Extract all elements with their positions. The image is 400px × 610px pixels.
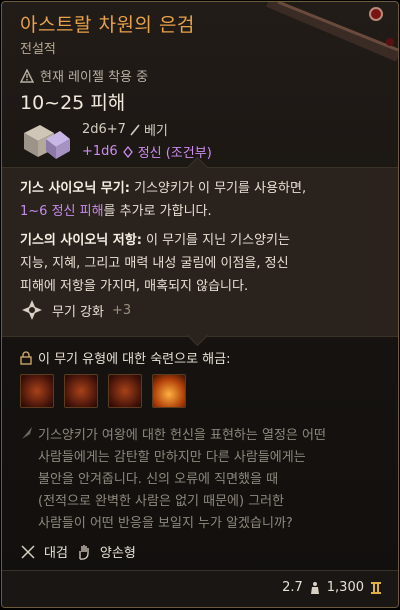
item-tooltip: 아스트랄 차원의 은검 전설적 현재 레이젤 착용 중 10~25 피해 2d6… <box>1 1 399 608</box>
skill-icon-4[interactable] <box>152 374 186 408</box>
gold-icon <box>371 581 381 594</box>
ability-2-text2: 지능, 지혜, 그리고 매력 내성 굴림에 이점을, 정신 <box>20 256 289 271</box>
quill-icon <box>22 427 32 439</box>
ability-1-highlight: 1~6 정신 피해 <box>20 204 104 219</box>
item-rarity: 전설적 <box>20 42 56 57</box>
price-value: 1,300 <box>326 580 364 595</box>
flavor-line: 사람들이 어떤 반응을 보일지 누가 알겠습니까? <box>38 516 293 531</box>
proficiency-label: 이 무기 유형에 대한 숙련으로 해금: <box>38 352 231 367</box>
crossed-swords-icon <box>21 544 35 559</box>
weight-value: 2.7 <box>282 580 303 595</box>
skill-icons <box>20 374 186 408</box>
ability-2-title: 기스의 사이오닉 저항: <box>20 233 142 248</box>
footer-stats: 2.7 1,300 <box>282 580 382 595</box>
flavor-line: (전적으로 완벽한 사람은 없기 때문에) 그러한 <box>38 494 285 509</box>
skill-icon-1[interactable] <box>20 374 54 408</box>
skill-icon-2[interactable] <box>64 374 98 408</box>
item-title: 아스트랄 차원의 은검 <box>20 14 195 36</box>
psychic-icon <box>122 145 133 158</box>
proficiency-row: 이 무기 유형에 대한 숙련으로 해금: <box>20 348 230 367</box>
ability-1-title: 기스 사이오닉 무기: <box>20 181 130 196</box>
damage-range: 10~25 피해 <box>20 92 126 114</box>
flavor-line: 사람들에게는 감탄할 만하지만 다른 사람들에게는 <box>38 450 306 465</box>
requirement-text: 현재 레이젤 착용 중 <box>40 70 149 85</box>
flavor-line: 기스양키가 여왕에 대한 헌신을 표현하는 열정은 어떤 <box>38 428 326 443</box>
enhancement-label: 무기 강화 <box>52 304 104 320</box>
weapon-properties: 대검 양손형 <box>20 542 136 561</box>
requirement-row: 현재 레이젤 착용 중 <box>20 66 148 85</box>
dice-row-psychic: +1d6 정신 (조건부) <box>82 142 212 161</box>
ability-1-text1: 기스양키가 이 무기를 사용하면, <box>129 181 307 196</box>
weight-icon <box>310 581 319 594</box>
warning-icon <box>20 68 34 83</box>
dice-main: 2d6+7 <box>82 122 126 137</box>
dice-row-main: 2d6+7 베기 <box>82 120 168 139</box>
psychic-type: 정신 (조건부) <box>137 146 212 161</box>
lock-icon <box>20 350 32 365</box>
skill-icon-3[interactable] <box>108 374 142 408</box>
sword-art-icon <box>266 2 398 62</box>
dice-psychic: +1d6 <box>82 144 118 159</box>
dice-icon <box>24 125 70 159</box>
enhancement-icon <box>22 300 42 320</box>
ability-1: 기스 사이오닉 무기: 기스양키가 이 무기를 사용하면, 1~6 정신 피해를… <box>20 177 382 223</box>
property-greatsword: 대검 <box>44 546 68 561</box>
ability-2: 기스의 사이오닉 저항: 이 무기를 지닌 기스양키는 지능, 지혜, 그리고 … <box>20 229 382 298</box>
ability-2-text3: 피해에 저항을 가지며, 매혹되지 않습니다. <box>20 279 249 294</box>
enhancement-value: +3 <box>111 302 132 318</box>
hand-icon <box>79 544 89 560</box>
weapon-enhancement: 무기 강화 +3 <box>20 298 131 322</box>
slash-icon <box>130 124 140 135</box>
tooltip-header: 아스트랄 차원의 은검 전설적 현재 레이젤 착용 중 10~25 피해 2d6… <box>2 2 398 167</box>
ability-1-text2: 를 추가로 가합니다. <box>103 204 212 219</box>
damage-type: 베기 <box>143 124 168 139</box>
flavor-text: 기스양키가 여왕에 대한 헌신을 표현하는 열정은 어떤 사람들에게는 감탄할 … <box>38 425 384 535</box>
ability-2-text1: 이 무기를 지닌 기스양키는 <box>141 233 290 248</box>
property-two-handed: 양손형 <box>99 546 136 561</box>
flavor-line: 불안을 안겨줍니다. 신의 오류에 직면했을 때 <box>38 472 279 487</box>
tooltip-footer: 2.7 1,300 <box>2 570 398 607</box>
